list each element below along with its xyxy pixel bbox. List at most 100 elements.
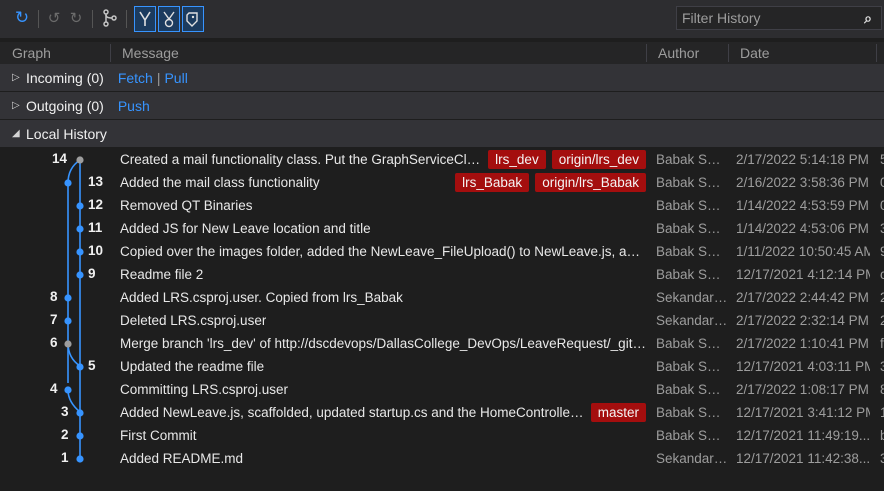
commit-message: Updated the readme file: [120, 355, 646, 378]
incoming-section[interactable]: ▷ Incoming (0) Fetch | Pull: [0, 64, 884, 91]
commit-hash-partial: 1: [880, 405, 884, 420]
link-separator: |: [156, 69, 161, 86]
branch-tag[interactable]: master: [590, 403, 646, 422]
commit-row[interactable]: 7 Deleted LRS.csproj.user Sekandari,... 2/1…: [0, 309, 884, 332]
filter-history-box: ⌕: [676, 6, 882, 30]
commit-message: Added NewLeave.js, scaffolded, updated s…: [120, 401, 646, 424]
commit-author: Babak Sek...: [656, 428, 728, 443]
commit-row[interactable]: 2 First Commit Babak Sek... 12/17/2021 11:4…: [0, 424, 884, 447]
commit-author: Babak Sek...: [656, 359, 728, 374]
commit-row[interactable]: 8 Added LRS.csproj.user. Copied from lrs_…: [0, 286, 884, 309]
go-to-child-icon[interactable]: ↺: [44, 6, 64, 30]
commit-number: 6: [50, 335, 58, 350]
commit-number: 11: [88, 220, 103, 235]
commit-message: Created a mail functionality class. Put …: [120, 148, 646, 171]
column-header-graph[interactable]: Graph: [0, 42, 51, 64]
commit-message: Added README.md: [120, 447, 646, 470]
toolbar-separator: [38, 10, 39, 28]
push-link[interactable]: Push: [118, 98, 150, 114]
commit-date: 2/16/2022 3:58:36 PM: [736, 175, 869, 190]
outgoing-title: Outgoing (0): [26, 97, 104, 114]
expand-icon[interactable]: ▷: [12, 100, 22, 111]
commit-row[interactable]: 1 Added README.md Sekandari,... 12/17/2021 …: [0, 447, 884, 470]
commit-hash-partial: 5: [880, 152, 884, 167]
show-graph-icon[interactable]: [134, 6, 156, 32]
commit-number: 10: [88, 243, 104, 258]
branch-tags: lrs_dev origin/lrs_dev: [482, 150, 646, 169]
branch-tag[interactable]: origin/lrs_Babak: [535, 173, 646, 192]
commit-row[interactable]: 13 Added the mail class functionality lrs_…: [0, 171, 884, 194]
commit-hash-partial: 9: [880, 244, 884, 259]
refresh-icon[interactable]: ↻: [12, 6, 32, 30]
show-merges-icon[interactable]: [158, 6, 180, 32]
commit-author: Babak Sek...: [656, 267, 728, 282]
commit-hash-partial: 2: [880, 290, 884, 305]
commit-message-text: Committing LRS.csproj.user: [120, 382, 289, 397]
commit-row[interactable]: 11 Added JS for New Leave location and ti…: [0, 217, 884, 240]
commit-hash-partial: 8: [880, 382, 884, 397]
branch-tag[interactable]: lrs_dev: [488, 150, 546, 169]
filter-history-input[interactable]: [677, 7, 867, 29]
commit-row[interactable]: 4 Committing LRS.csproj.user Babak Sek... 2…: [0, 378, 884, 401]
commit-message-text: Added NewLeave.js, scaffolded, updated s…: [120, 405, 585, 420]
fetch-link[interactable]: Fetch: [118, 70, 153, 86]
commit-message: Removed QT Binaries: [120, 194, 646, 217]
commit-author: Babak Sek...: [656, 336, 728, 351]
commit-author: Babak Sek...: [656, 244, 728, 259]
commit-message-text: Updated the readme file: [120, 359, 265, 374]
commit-message: Merge branch 'lrs_dev' of http://dscdevo…: [120, 332, 646, 355]
commit-hash-partial: 3: [880, 451, 884, 466]
commit-message: First Commit: [120, 424, 646, 447]
toolbar-separator: [92, 10, 93, 28]
commit-row[interactable]: 3 Added NewLeave.js, scaffolded, updated …: [0, 401, 884, 424]
commit-row[interactable]: 14 Created a mail functionality class. Pu…: [0, 148, 884, 171]
commit-number: 3: [61, 404, 69, 419]
commit-message: Added LRS.csproj.user. Copied from lrs_B…: [120, 286, 646, 309]
go-to-parent-icon[interactable]: ↻: [66, 6, 86, 30]
commit-message: Committing LRS.csproj.user: [120, 378, 646, 401]
commit-date: 12/17/2021 3:41:12 PM: [736, 405, 870, 420]
column-divider[interactable]: [876, 44, 877, 62]
commit-author: Sekandari,...: [656, 451, 728, 466]
commit-author: Sekandari,...: [656, 313, 728, 328]
commit-message: Added JS for New Leave location and titl…: [120, 217, 646, 240]
commit-message-text: First Commit: [120, 428, 197, 443]
commit-date: 2/17/2022 2:32:14 PM: [736, 313, 869, 328]
show-tags-icon[interactable]: [182, 6, 204, 32]
outgoing-section[interactable]: ▷ Outgoing (0) Push: [0, 92, 884, 119]
toolbar-separator: [126, 10, 127, 28]
commit-row[interactable]: 9 Readme file 2 Babak Sek... 12/17/2021 4:1…: [0, 263, 884, 286]
commit-date: 2/17/2022 1:08:17 PM: [736, 382, 869, 397]
pull-link[interactable]: Pull: [164, 70, 187, 86]
search-icon[interactable]: ⌕: [859, 7, 877, 29]
expand-icon[interactable]: ▷: [12, 72, 22, 83]
commit-message: Copied over the images folder, added the…: [120, 240, 646, 263]
branch-tag[interactable]: origin/lrs_dev: [551, 150, 646, 169]
collapse-icon[interactable]: ◢: [12, 128, 22, 139]
commit-row[interactable]: 12 Removed QT Binaries Babak Sek... 1/14/20…: [0, 194, 884, 217]
commit-row[interactable]: 6 Merge branch 'lrs_dev' of http://dscdev…: [0, 332, 884, 355]
local-history-section[interactable]: ◢ Local History: [0, 120, 884, 147]
branch-tag[interactable]: lrs_Babak: [455, 173, 530, 192]
commit-date: 1/14/2022 4:53:59 PM: [736, 198, 869, 213]
commit-row[interactable]: 5 Updated the readme file Babak Sek... 12/1…: [0, 355, 884, 378]
branch-tags: lrs_Babak origin/lrs_Babak: [449, 173, 646, 192]
commit-date: 2/17/2022 1:10:41 PM: [736, 336, 869, 351]
commit-hash-partial: c: [880, 267, 884, 282]
commit-message-text: Merge branch 'lrs_dev' of http://dscdevo…: [120, 336, 646, 351]
commit-date: 12/17/2021 11:42:38...: [736, 451, 870, 466]
commit-hash-partial: 3: [880, 359, 884, 374]
branch-graph-icon[interactable]: [100, 6, 120, 30]
commit-author: Babak Sek...: [656, 152, 728, 167]
column-header-author[interactable]: Author: [646, 42, 699, 64]
commit-author: Babak Sek...: [656, 405, 728, 420]
commit-hash-partial: f: [880, 336, 884, 351]
column-header-date[interactable]: Date: [728, 42, 770, 64]
commit-row[interactable]: 10 Copied over the images folder, added t…: [0, 240, 884, 263]
commit-message-text: Added the mail class functionality: [120, 175, 320, 190]
commit-hash-partial: 2: [880, 313, 884, 328]
commit-author: Babak Sek...: [656, 382, 728, 397]
commit-number: 5: [88, 358, 96, 373]
column-header-message[interactable]: Message: [110, 42, 179, 64]
commit-number: 13: [88, 174, 104, 189]
